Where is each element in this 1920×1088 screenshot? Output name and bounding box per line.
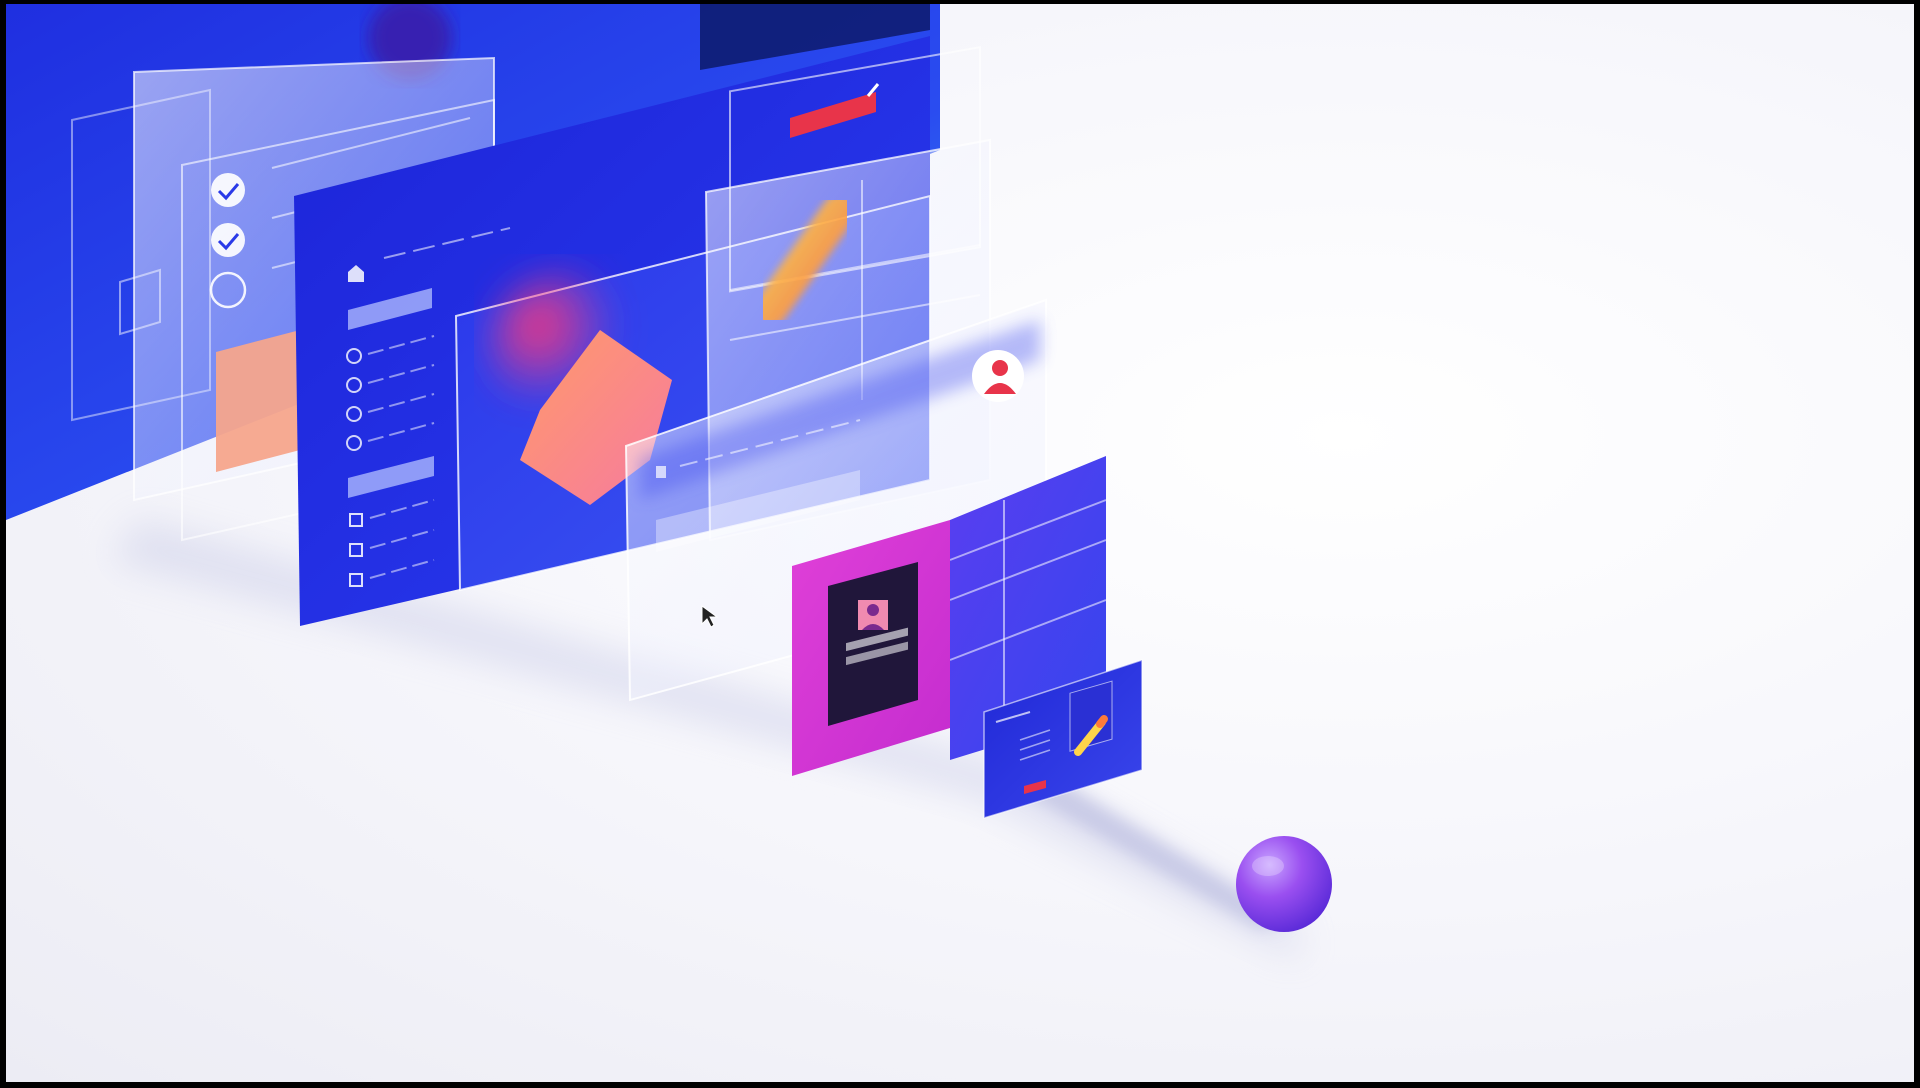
- peach-block: [216, 330, 300, 472]
- isometric-ui-illustration: [6, 0, 1332, 960]
- frame-border-right: [1914, 0, 1920, 1088]
- frame-border-top: [0, 0, 1920, 4]
- sphere: [1236, 836, 1332, 932]
- frame-border-bottom: [0, 1082, 1920, 1088]
- illustration-stage: [0, 0, 1920, 1088]
- user-avatar-icon: [972, 350, 1024, 402]
- check-icon: [211, 173, 245, 207]
- frame-border-left: [0, 0, 6, 1088]
- check-icon: [211, 223, 245, 257]
